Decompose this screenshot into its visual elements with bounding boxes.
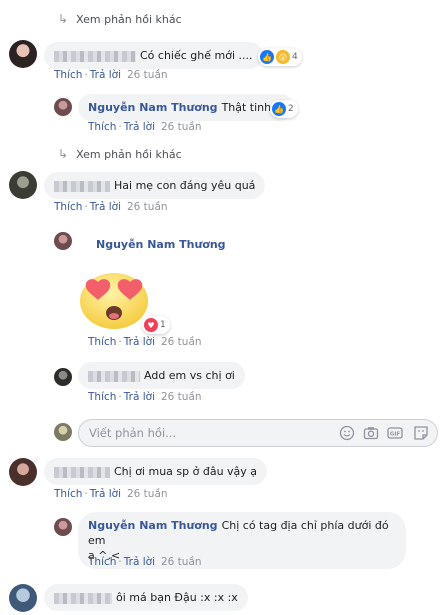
comment-text: Chị ơi mua sp ở đâu vậy ạ	[114, 465, 258, 478]
timestamp[interactable]: 26 tuần	[161, 121, 202, 133]
comment-actions: Thích · Trả lời 26 tuần	[88, 121, 202, 133]
comment-bubble: Chị ơi mua sp ở đâu vậy ạ	[44, 458, 268, 485]
like-link[interactable]: Thích	[54, 201, 82, 213]
view-more-replies-link[interactable]: ↳ Xem phản hồi khác	[58, 147, 182, 161]
arrow-return-icon: ↳	[58, 12, 69, 26]
like-reaction-icon: 👍	[260, 50, 274, 64]
avatar[interactable]	[54, 518, 72, 536]
reply-link[interactable]: Trả lời	[124, 121, 155, 133]
comment-actions: Thích · Trả lời 26 tuần	[54, 201, 168, 213]
like-link[interactable]: Thích	[88, 336, 116, 348]
heart-eyes-sticker	[78, 268, 150, 330]
avatar[interactable]	[9, 458, 37, 486]
comment-text: ôi má bạn Đậu :x :x :x	[116, 591, 238, 604]
reply-link[interactable]: Trả lời	[90, 69, 121, 81]
view-more-label: Xem phản hồi khác	[76, 12, 182, 26]
gif-icon[interactable]: GIF	[387, 425, 403, 441]
like-link[interactable]: Thích	[88, 556, 116, 568]
timestamp[interactable]: 26 tuần	[161, 336, 202, 348]
like-link[interactable]: Thích	[54, 69, 82, 81]
avatar	[54, 423, 72, 441]
avatar[interactable]	[9, 40, 37, 68]
reply-link[interactable]: Trả lời	[90, 201, 121, 213]
timestamp[interactable]: 26 tuần	[161, 391, 202, 403]
comment-bubble: Add em vs chị ơi	[78, 362, 245, 389]
comment-text: Add em vs chị ơi	[144, 369, 235, 382]
comment-actions: Thích · Trả lời 26 tuần	[88, 556, 202, 568]
sticker-icon[interactable]	[413, 425, 429, 441]
blurred-name[interactable]	[88, 370, 140, 382]
comment-bubble: Có chiếc ghế mới ....	[44, 42, 263, 69]
reaction-summary[interactable]: 👍 😮 4	[258, 48, 302, 66]
comment-bubble: ôi má bạn Đậu :x :x :x	[44, 584, 248, 611]
avatar[interactable]	[54, 368, 72, 386]
reaction-summary[interactable]: 👍 2	[270, 100, 298, 118]
reply-link[interactable]: Trả lời	[124, 556, 155, 568]
reply-link[interactable]: Trả lời	[124, 391, 155, 403]
timestamp[interactable]: 26 tuần	[161, 556, 202, 568]
blurred-name[interactable]	[54, 180, 110, 192]
comment-text: Hai mẹ con đáng yêu quá	[114, 179, 256, 192]
blurred-name[interactable]	[54, 466, 110, 478]
comment-actions: Thích · Trả lời 26 tuần	[54, 488, 168, 500]
comment-bubble: Nguyễn Nam Thương Thật tinh vi	[78, 94, 295, 121]
heart-eyes-icon	[80, 273, 148, 329]
timestamp[interactable]: 26 tuần	[127, 488, 168, 500]
reaction-count: 1	[160, 320, 166, 330]
avatar[interactable]	[54, 98, 72, 116]
comment-text: Có chiếc ghế mới ....	[140, 49, 253, 62]
reaction-summary[interactable]: ♥ 1	[142, 316, 170, 334]
comment-actions: Thích · Trả lời 26 tuần	[88, 336, 202, 348]
author-name[interactable]: Nguyễn Nam Thương	[96, 238, 226, 251]
wow-reaction-icon: 😮	[276, 50, 290, 64]
reaction-count: 4	[292, 52, 298, 62]
love-reaction-icon: ♥	[144, 318, 158, 332]
view-more-replies-link[interactable]: ↳ Xem phản hồi khác	[58, 12, 182, 26]
reaction-count: 2	[288, 104, 294, 114]
avatar[interactable]	[9, 584, 37, 612]
comment-actions: Thích · Trả lời 26 tuần	[54, 69, 168, 81]
svg-text:GIF: GIF	[390, 431, 401, 437]
like-link[interactable]: Thích	[54, 488, 82, 500]
avatar[interactable]	[54, 232, 72, 250]
view-more-label: Xem phản hồi khác	[76, 147, 182, 161]
reply-input[interactable]: Viết phản hồi... GIF	[78, 419, 438, 447]
comment-bubble: Hai mẹ con đáng yêu quá	[44, 172, 266, 199]
author-name[interactable]: Nguyễn Nam Thương	[88, 519, 218, 532]
comment-actions: Thích · Trả lời 26 tuần	[88, 391, 202, 403]
timestamp[interactable]: 26 tuần	[127, 69, 168, 81]
reply-placeholder: Viết phản hồi...	[89, 426, 177, 440]
blurred-name[interactable]	[54, 50, 136, 62]
emoji-icon[interactable]	[339, 425, 355, 441]
like-link[interactable]: Thích	[88, 121, 116, 133]
author-name[interactable]: Nguyễn Nam Thương	[88, 101, 218, 114]
like-link[interactable]: Thích	[88, 391, 116, 403]
like-reaction-icon: 👍	[272, 102, 286, 116]
reply-link[interactable]: Trả lời	[90, 488, 121, 500]
arrow-return-icon: ↳	[58, 147, 69, 161]
reply-link[interactable]: Trả lời	[124, 336, 155, 348]
avatar[interactable]	[9, 171, 37, 199]
blurred-name[interactable]	[54, 592, 112, 604]
timestamp[interactable]: 26 tuần	[127, 201, 168, 213]
camera-icon[interactable]	[363, 425, 379, 441]
